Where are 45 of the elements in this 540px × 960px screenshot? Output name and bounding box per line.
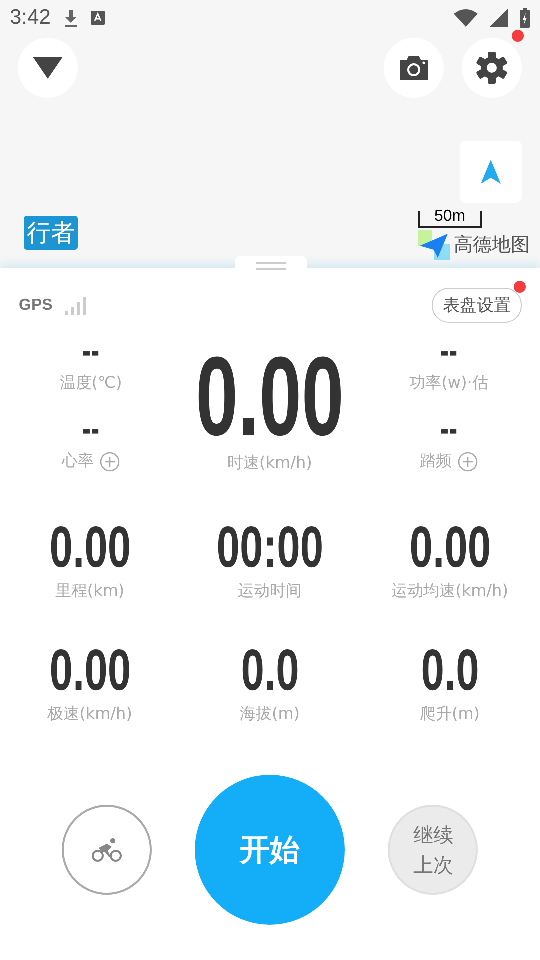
gps-label: GPS xyxy=(19,296,53,314)
metric-value: 0.00 xyxy=(409,519,491,577)
settings-icon xyxy=(475,51,509,85)
metric-label: 踏频 xyxy=(420,451,452,472)
metric-label: 温度(℃) xyxy=(60,373,122,394)
signal-bars-icon xyxy=(64,296,87,314)
cyclist-icon xyxy=(92,838,122,862)
metric-label: 心率 xyxy=(62,451,94,472)
map-provider: 高德地图 xyxy=(454,233,530,258)
metric-value: -- xyxy=(82,329,100,373)
battery-icon xyxy=(520,8,530,28)
status-time: 3:42 xyxy=(10,6,51,30)
metric-value: 0.0 xyxy=(420,642,480,700)
download-icon xyxy=(62,9,79,27)
locate-button[interactable] xyxy=(460,141,522,203)
metric-value: 0.0 xyxy=(240,642,300,700)
metric-label: 海拔(m) xyxy=(240,704,300,725)
speed-value: 0.00 xyxy=(196,341,344,453)
keyboard-app-icon xyxy=(90,11,105,25)
app-logo: 行者 xyxy=(24,216,78,250)
triangle-down-icon xyxy=(33,57,63,79)
metric-label: 运动均速(km/h) xyxy=(392,581,508,602)
dial-settings-button[interactable]: 表盘设置 xyxy=(432,288,522,323)
metric-label: 极速(km/h) xyxy=(48,704,132,725)
metric-value: -- xyxy=(440,407,458,451)
camera-icon xyxy=(399,55,429,81)
metric-value: 0.00 xyxy=(49,519,131,577)
signal-icon xyxy=(490,9,508,27)
metric-label: 功率(w)·估 xyxy=(410,373,488,394)
metric-label: 里程(km) xyxy=(55,581,125,602)
paper-plane-icon xyxy=(418,230,450,260)
start-button[interactable]: 开始 xyxy=(194,775,345,925)
navigation-arrow-icon xyxy=(481,160,501,184)
metric-value: -- xyxy=(440,329,458,373)
add-icon[interactable] xyxy=(100,452,120,472)
metric-label: 时速(km/h) xyxy=(228,453,312,474)
metric-label: 运动时间 xyxy=(238,581,302,602)
resume-button[interactable]: 继续上次 xyxy=(388,805,478,895)
wifi-icon xyxy=(454,9,478,27)
metric-value: 00:00 xyxy=(216,519,324,577)
add-icon[interactable] xyxy=(458,452,478,472)
metric-value: 0.00 xyxy=(49,642,131,700)
metric-label: 爬升(m) xyxy=(420,704,480,725)
scale-bar: 50m xyxy=(418,211,482,228)
metric-value: -- xyxy=(82,407,100,451)
